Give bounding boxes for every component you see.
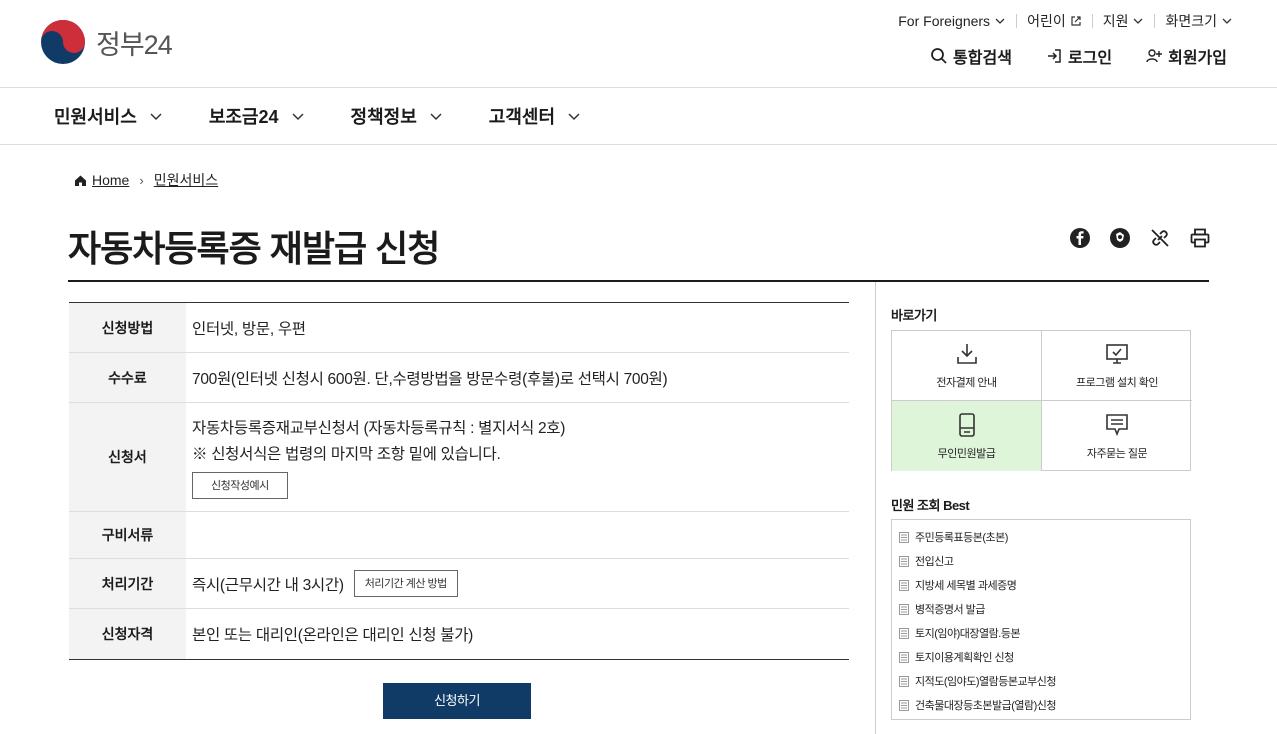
best-list: 주민등록표등본(초본) 전입신고 지방세 세목별 과세증명 병적증명서 발급 토…: [891, 519, 1191, 720]
menu-item-subsidy[interactable]: 보조금24: [209, 103, 305, 129]
utility-nav: For Foreigners 어린이 지원 화면크기: [898, 11, 1233, 31]
chevron-right-icon: ›: [139, 172, 144, 188]
header-actions: 통합검색 로그인 회원가입: [930, 44, 1227, 68]
kids-link[interactable]: 어린이: [1027, 11, 1082, 31]
table-row: 처리기간 즉시(근무시간 내 3시간) 처리기간 계산 방법: [69, 559, 849, 609]
chat-icon: [1106, 413, 1128, 436]
print-icon[interactable]: [1189, 227, 1211, 249]
monitor-check-icon: [1106, 344, 1128, 364]
list-item[interactable]: 토지이용계획확인 신청: [899, 645, 1190, 669]
form-name: 자동차등록증재교부신청서 (자동차등록규칙 : 별지서식 2호): [192, 419, 566, 437]
menu-divider: [0, 144, 1277, 145]
menu-item-policy[interactable]: 정책정보: [351, 103, 443, 129]
login-button[interactable]: 로그인: [1045, 44, 1112, 68]
taegeuk-logo-icon: [41, 20, 85, 64]
service-info-table: 신청방법 인터넷, 방문, 우편 수수료 700원(인터넷 신청시 600원. …: [69, 302, 849, 660]
kakao-share-icon[interactable]: [1109, 227, 1131, 249]
row-value: 700원(인터넷 신청시 600원. 단,수령방법을 방문수령(후불)로 선택시…: [192, 370, 668, 388]
breadcrumb-home[interactable]: Home: [92, 172, 129, 188]
list-item[interactable]: 건축물대장등초본발급(열람)신청: [899, 693, 1190, 717]
document-icon: [899, 603, 909, 615]
best-title: 민원 조회 Best: [891, 498, 970, 513]
document-icon: [899, 555, 909, 567]
kiosk-icon: [958, 412, 975, 437]
shortcut-title: 바로가기: [891, 308, 937, 323]
row-label: 처리기간: [69, 559, 186, 608]
login-icon: [1047, 49, 1061, 63]
support-link[interactable]: 지원: [1103, 11, 1145, 31]
external-link-icon: [1071, 16, 1081, 26]
document-icon: [899, 699, 909, 711]
period-calc-button[interactable]: 처리기간 계산 방법: [353, 570, 458, 597]
chevron-down-icon: [150, 113, 162, 121]
chevron-down-icon: [430, 113, 442, 121]
chevron-down-icon: [1134, 18, 1143, 24]
document-icon: [899, 531, 909, 543]
row-value: 인터넷, 방문, 우편: [192, 320, 306, 338]
row-value: 본인 또는 대리인(온라인은 대리인 신청 불가): [192, 627, 474, 644]
row-value: 즉시(근무시간 내 3시간) 처리기간 계산 방법: [186, 559, 849, 608]
search-icon: [931, 48, 947, 64]
row-label: 신청서: [69, 403, 186, 511]
menu-item-civil-service[interactable]: 민원서비스: [54, 103, 163, 129]
breadcrumb-current[interactable]: 민원서비스: [154, 170, 218, 190]
logo-text: 정부24: [96, 29, 173, 60]
list-item[interactable]: 주민등록표등본(초본): [899, 525, 1190, 549]
search-button[interactable]: 통합검색: [930, 44, 1012, 68]
home-icon: [75, 175, 86, 186]
list-item[interactable]: 토지(임야)대장열람.등본: [899, 621, 1190, 645]
table-row: 신청서 자동차등록증재교부신청서 (자동차등록규칙 : 별지서식 2호) ※ 신…: [69, 403, 849, 512]
list-item[interactable]: 지방세 세목별 과세증명: [899, 573, 1190, 597]
row-label: 수수료: [69, 353, 186, 402]
list-item[interactable]: 지적도(임야도)열람등본교부신청: [899, 669, 1190, 693]
title-divider: [68, 280, 1209, 282]
form-example-button[interactable]: 신청작성예시: [192, 471, 288, 499]
add-user-icon: [1146, 49, 1163, 63]
document-icon: [899, 651, 909, 663]
document-icon: [899, 675, 909, 687]
signup-button[interactable]: 회원가입: [1145, 44, 1227, 68]
table-row: 신청방법 인터넷, 방문, 우편: [69, 303, 849, 353]
table-row: 신청자격 본인 또는 대리인(온라인은 대리인 신청 불가): [69, 609, 849, 659]
shortcut-program-check[interactable]: 프로그램 설치 확인: [1042, 331, 1192, 401]
download-icon: [956, 344, 977, 364]
row-value: [186, 512, 849, 558]
site-logo[interactable]: 정부24: [40, 19, 173, 65]
main-menu: 민원서비스 보조금24 정책정보 고객센터: [54, 103, 627, 129]
row-value: 자동차등록증재교부신청서 (자동차등록규칙 : 별지서식 2호) ※ 신청서식은…: [186, 403, 849, 511]
row-label: 신청방법: [69, 303, 186, 352]
share-tools: [1069, 227, 1211, 249]
link-copy-icon[interactable]: [1149, 227, 1171, 249]
header-divider: [0, 87, 1277, 88]
shortcut-kiosk[interactable]: 무인민원발급: [892, 401, 1042, 471]
apply-button[interactable]: 신청하기: [383, 683, 531, 719]
shortcut-faq[interactable]: 자주묻는 질문: [1042, 401, 1192, 471]
document-icon: [899, 627, 909, 639]
table-row: 구비서류: [69, 512, 849, 559]
list-item[interactable]: 전입신고: [899, 549, 1190, 573]
chevron-down-icon: [291, 113, 304, 121]
chevron-down-icon: [1222, 18, 1232, 24]
screen-size-link[interactable]: 화면크기: [1165, 11, 1233, 31]
shortcut-grid: 전자결제 안내 프로그램 설치 확인 무인민원발급 자주묻는 질문: [891, 330, 1192, 471]
chevron-down-icon: [568, 113, 580, 121]
facebook-icon[interactable]: [1069, 227, 1091, 249]
period-text: 즉시(근무시간 내 3시간): [192, 576, 344, 594]
shortcut-e-payment[interactable]: 전자결제 안내: [892, 331, 1042, 401]
chevron-down-icon: [995, 18, 1005, 24]
row-label: 신청자격: [69, 609, 186, 659]
table-row: 수수료 700원(인터넷 신청시 600원. 단,수령방법을 방문수령(후불)로…: [69, 353, 849, 403]
document-icon: [899, 579, 909, 591]
sidebar-divider: [875, 282, 876, 734]
row-label: 구비서류: [69, 512, 186, 558]
menu-item-customer-center[interactable]: 고객센터: [489, 103, 581, 129]
page-title: 자동차등록증 재발급 신청: [68, 228, 440, 269]
form-note: ※ 신청서식은 법령의 마지막 조항 밑에 있습니다.: [192, 445, 501, 463]
breadcrumb: Home › 민원서비스: [74, 170, 218, 190]
for-foreigners-link[interactable]: For Foreigners: [898, 13, 1006, 29]
list-item[interactable]: 병적증명서 발급: [899, 597, 1190, 621]
